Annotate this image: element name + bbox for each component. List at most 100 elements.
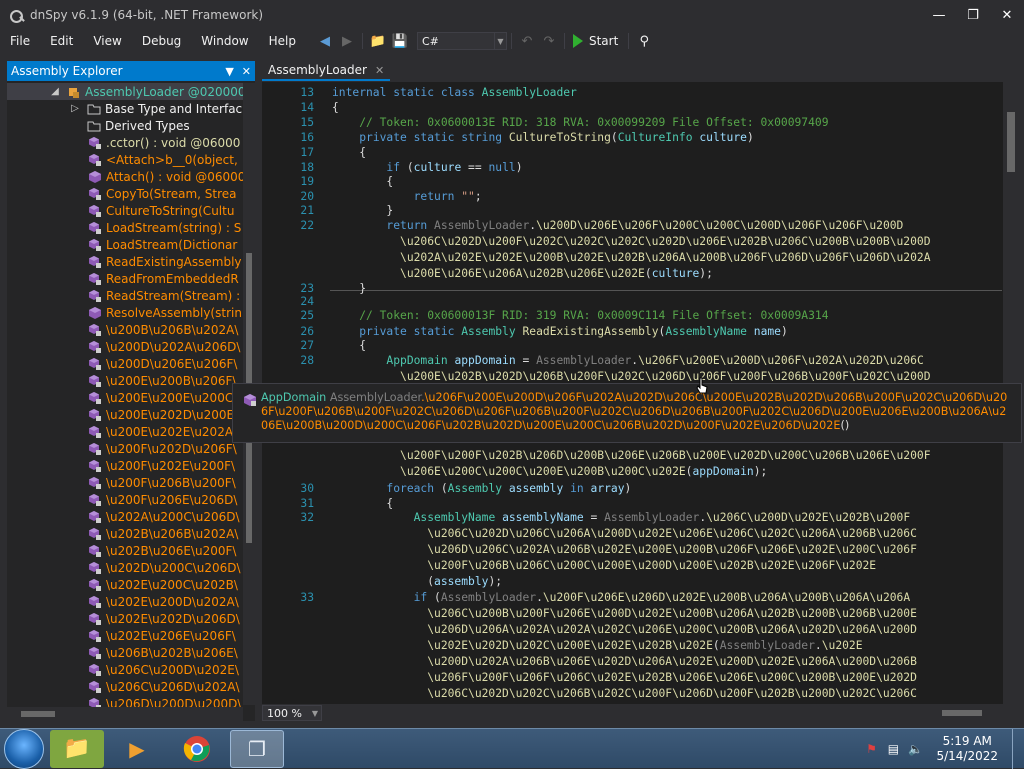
tree-node[interactable]: \u202E\u206E\u206F\ <box>7 627 247 644</box>
taskbar: 📁 ▶ ❐ ⚑ ▤ 🔈 5:19 AM 5/14/2022 <box>0 728 1024 769</box>
tree-node[interactable]: \u206C\u200D\u202E\ <box>7 661 247 678</box>
clock-date: 5/14/2022 <box>936 749 998 763</box>
editor-horizontal-scrollbar[interactable] <box>342 707 992 719</box>
tree-node[interactable]: \u200E\u200B\u206F\ <box>7 372 247 389</box>
tree-node[interactable]: \u200F\u202E\u200F\ <box>7 457 247 474</box>
scrollbar-thumb[interactable] <box>942 710 982 716</box>
collapse-arrow-icon[interactable] <box>67 119 83 133</box>
action-center-flag-icon[interactable]: ⚑ <box>863 741 879 757</box>
tree-node[interactable]: Derived Types <box>7 117 247 134</box>
tree-node[interactable]: CultureToString(Cultu <box>7 202 247 219</box>
tree-node-label: \u200B\u206B\u202A\ <box>106 322 239 337</box>
code-text: \u206C\u202D\u200F\u202C\u202C\u202C\u20… <box>400 235 931 248</box>
tree-node-label: \u202E\u200D\u202A\ <box>106 594 239 609</box>
tree-node[interactable]: \u202B\u206E\u200F\ <box>7 542 247 559</box>
tree-node[interactable]: ReadFromEmbeddedR <box>7 270 247 287</box>
tree-node[interactable]: \u200F\u206E\u206D\ <box>7 491 247 508</box>
code-text: } <box>332 282 367 295</box>
method-lock-icon <box>87 238 103 252</box>
tree-node[interactable]: ▷ Base Type and Interfac <box>7 100 247 117</box>
scrollbar-thumb[interactable] <box>1007 112 1015 172</box>
tree-node-label: Attach() : void @06000 <box>106 169 246 184</box>
tree-node-label: \u200F\u202E\u200F\ <box>106 458 236 473</box>
tree-node[interactable]: \u200D\u206E\u206F\ <box>7 355 247 372</box>
zoom-select[interactable]: 100 % ▼ <box>262 705 322 721</box>
tree-node[interactable]: \u202B\u206B\u202A\ <box>7 525 247 542</box>
tree-node[interactable]: \u202E\u202D\u206D\ <box>7 610 247 627</box>
tree-node[interactable]: <Attach>b__0(object, <box>7 151 247 168</box>
maximize-button[interactable]: ❐ <box>956 0 990 30</box>
tree-node[interactable]: .cctor() : void @06000 <box>7 134 247 151</box>
volume-icon[interactable]: 🔈 <box>907 741 923 757</box>
panel-dropdown-icon[interactable]: ▼ <box>225 65 233 78</box>
tree-node[interactable]: \u200F\u202D\u206F\ <box>7 440 247 457</box>
method-icon <box>87 306 103 320</box>
tab-assemblyloader[interactable]: AssemblyLoader ✕ <box>262 61 391 81</box>
tree-node[interactable]: \u206D\u200D\u200D\ <box>7 695 247 707</box>
start-debug-button[interactable]: Start <box>572 34 618 48</box>
minimize-button[interactable]: — <box>922 0 956 30</box>
code-text: internal static class AssemblyLoader <box>332 86 577 99</box>
taskbar-chrome-button[interactable] <box>170 730 224 768</box>
undo-icon[interactable]: ↶ <box>519 33 535 49</box>
taskbar-media-player-button[interactable]: ▶ <box>110 730 164 768</box>
code-text: return AssemblyLoader.\u200D\u206E\u206F… <box>386 219 904 232</box>
save-all-icon[interactable]: 💾 <box>392 33 408 49</box>
windows-stack-icon: ❐ <box>248 736 266 761</box>
tree-node[interactable]: \u200E\u202D\u200E\ <box>7 406 247 423</box>
quickinfo-tooltip: AppDomain AssemblyLoader.\u206F\u200E\u2… <box>232 383 1022 443</box>
redo-icon[interactable]: ↷ <box>541 33 557 49</box>
tree-node[interactable]: \u202D\u200C\u206D\ <box>7 559 247 576</box>
close-tab-icon[interactable]: ✕ <box>375 64 384 77</box>
open-folder-icon[interactable]: 📁 <box>370 33 386 49</box>
navigate-back-icon[interactable]: ◀ <box>317 33 333 49</box>
language-select-value: C# <box>421 34 439 48</box>
menu-file[interactable]: File <box>0 30 40 52</box>
tree-node[interactable]: \u202E\u200C\u202B\ <box>7 576 247 593</box>
menu-help[interactable]: Help <box>259 30 306 52</box>
tree-node[interactable]: ReadExistingAssembly <box>7 253 247 270</box>
line-number: 28 <box>300 354 314 367</box>
collapse-arrow-icon[interactable]: ◢ <box>47 85 63 99</box>
tree-node[interactable]: ReadStream(Stream) : <box>7 287 247 304</box>
tree-node[interactable]: ResolveAssembly(strin <box>7 304 247 321</box>
tree-node[interactable]: \u200E\u202E\u202A\ <box>7 423 247 440</box>
tree-node[interactable]: \u200B\u206B\u202A\ <box>7 321 247 338</box>
tree-node[interactable]: \u200D\u202A\u206D\ <box>7 338 247 355</box>
tree-node[interactable]: \u206B\u202B\u206E\ <box>7 644 247 661</box>
tree-node-label: \u206C\u200D\u202E\ <box>106 662 239 677</box>
search-icon[interactable]: ⚲ <box>636 33 652 49</box>
tree-node[interactable]: ◢ AssemblyLoader @020000 <box>7 83 247 100</box>
network-icon[interactable]: ▤ <box>885 741 901 757</box>
taskbar-dnspy-button[interactable]: ❐ <box>230 729 284 768</box>
taskbar-explorer-button[interactable]: 📁 <box>50 729 104 768</box>
dnspy-app-icon <box>8 7 24 23</box>
tree-node[interactable]: \u200F\u206B\u200F\ <box>7 474 247 491</box>
show-desktop-button[interactable] <box>1012 729 1024 769</box>
clock[interactable]: 5:19 AM 5/14/2022 <box>936 734 998 764</box>
menu-debug[interactable]: Debug <box>132 30 191 52</box>
panel-close-icon[interactable]: ✕ <box>242 65 251 78</box>
tree-node[interactable]: LoadStream(Dictionar <box>7 236 247 253</box>
navigate-forward-icon[interactable]: ▶ <box>339 33 355 49</box>
close-button[interactable]: ✕ <box>990 0 1024 30</box>
chrome-icon <box>183 735 210 762</box>
tree-node[interactable]: \u202E\u200D\u202A\ <box>7 593 247 610</box>
tree-node[interactable]: Attach() : void @06000 <box>7 168 247 185</box>
menu-view[interactable]: View <box>83 30 131 52</box>
tree-horizontal-scrollbar[interactable] <box>7 707 243 721</box>
windows-start-button[interactable] <box>4 728 44 769</box>
line-number: 15 <box>300 116 314 129</box>
tree-node[interactable]: CopyTo(Stream, Strea <box>7 185 247 202</box>
menu-edit[interactable]: Edit <box>40 30 83 52</box>
tree-node[interactable]: \u200E\u200E\u200C\ <box>7 389 247 406</box>
tree-node-label: \u202E\u206E\u206F\ <box>106 628 236 643</box>
tree-node[interactable]: \u202A\u200C\u206D\ <box>7 508 247 525</box>
language-select[interactable]: C# ▼ <box>416 32 507 50</box>
assembly-tree[interactable]: ◢ AssemblyLoader @020000 ▷ Base Type and In… <box>7 83 247 707</box>
tree-node[interactable]: LoadStream(string) : S <box>7 219 247 236</box>
expand-arrow-icon[interactable]: ▷ <box>67 102 83 116</box>
scrollbar-thumb[interactable] <box>21 711 55 717</box>
menu-window[interactable]: Window <box>191 30 258 52</box>
tree-node[interactable]: \u206C\u206D\u202A\ <box>7 678 247 695</box>
